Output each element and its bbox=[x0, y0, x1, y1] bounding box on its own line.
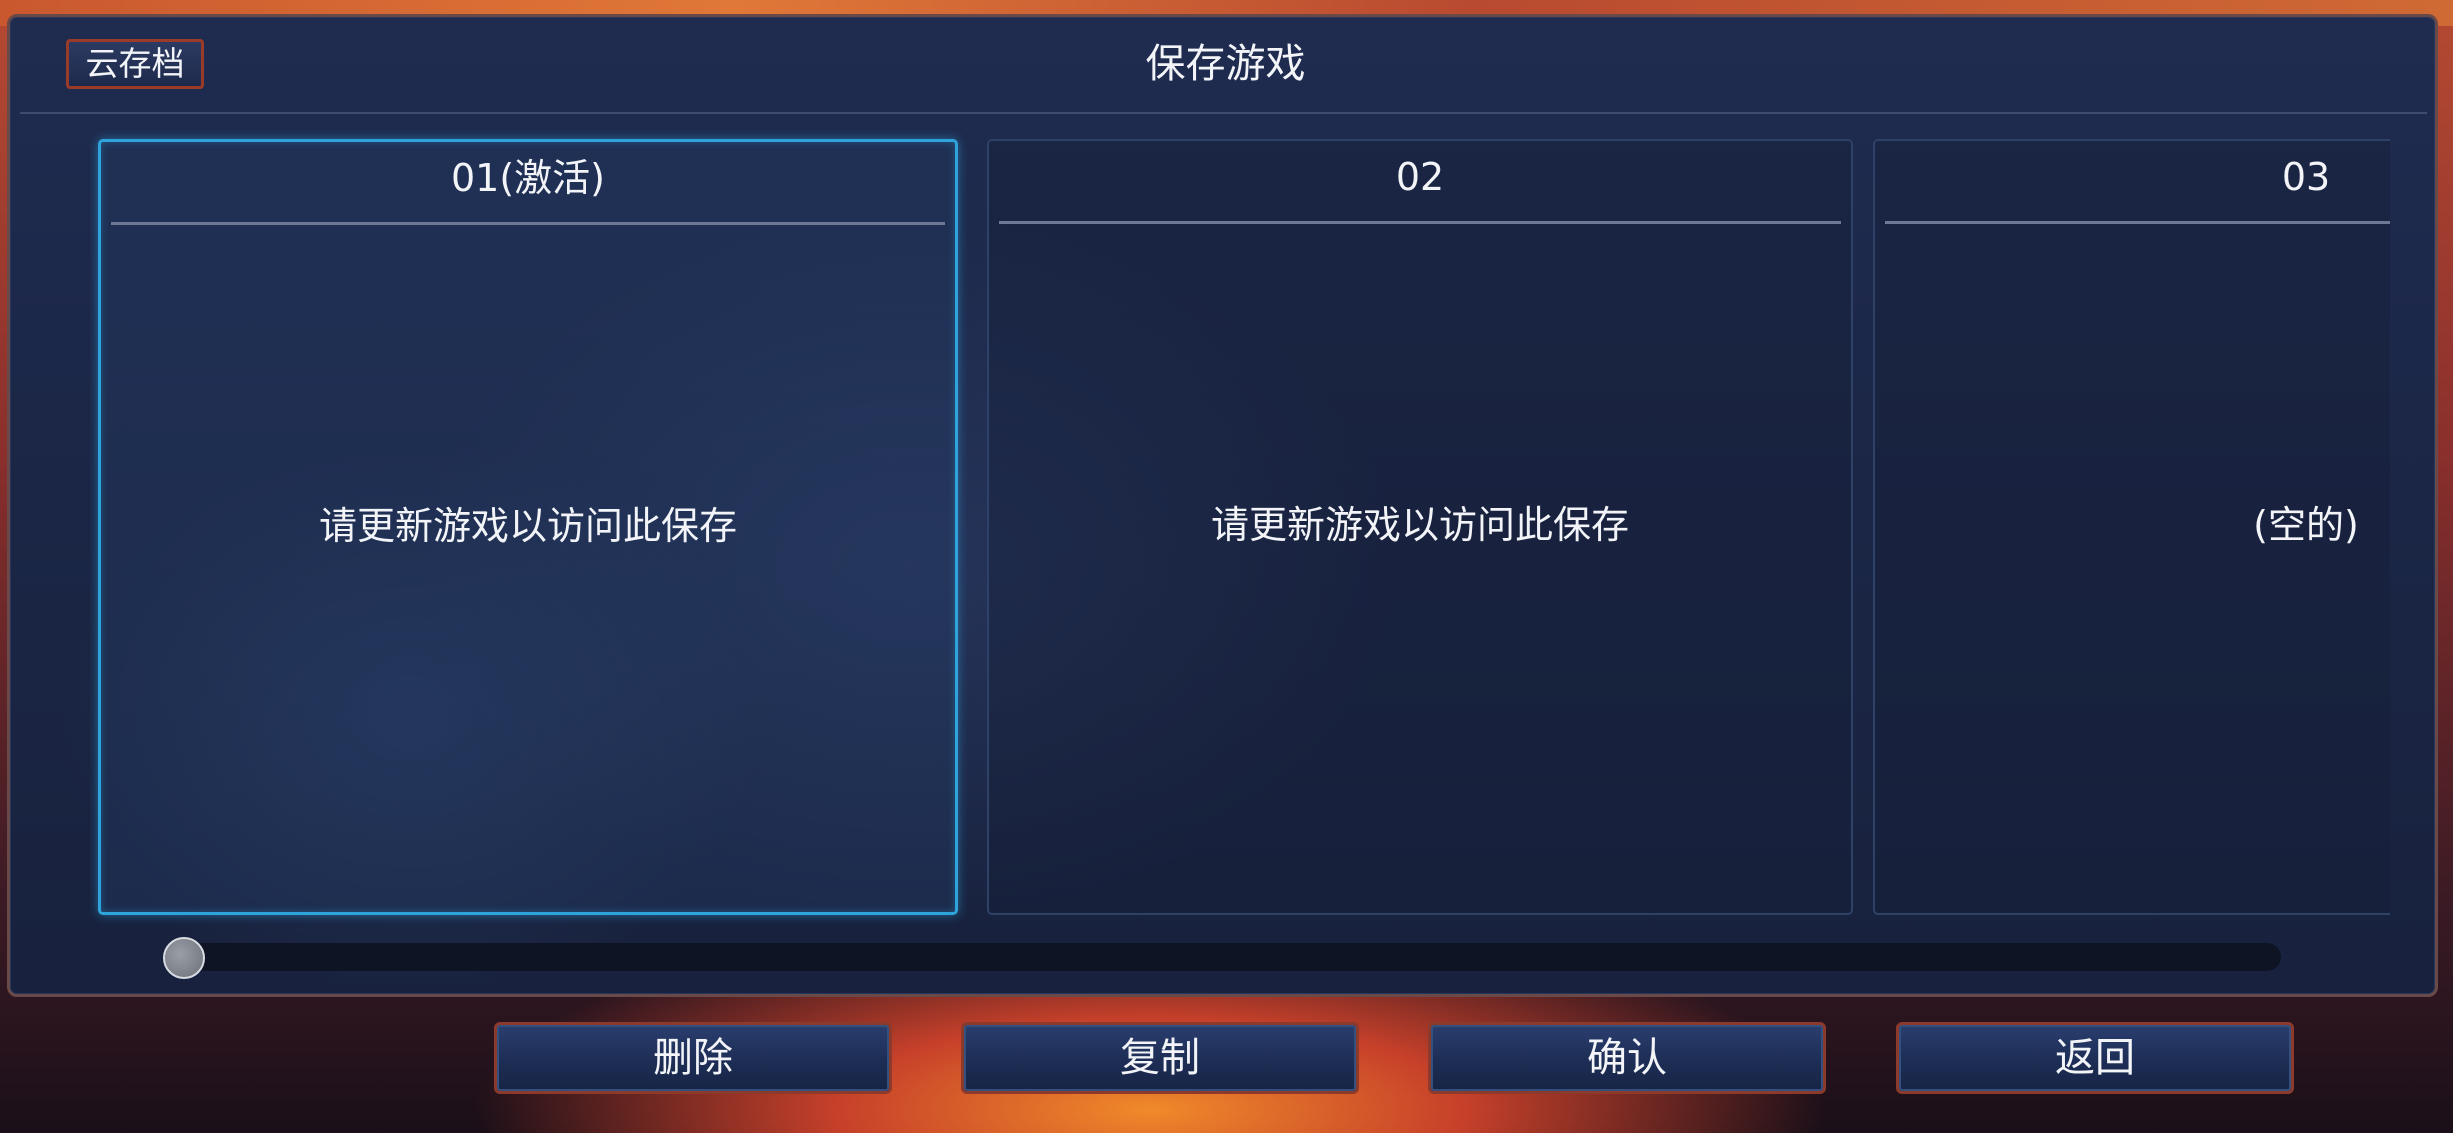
slot-divider bbox=[999, 221, 1841, 224]
slot-divider bbox=[111, 222, 945, 225]
slot-message: 请更新游戏以访问此保存 bbox=[1210, 503, 1629, 547]
slot-divider bbox=[1885, 221, 2390, 224]
slot-message: (空的) bbox=[2253, 503, 2359, 547]
save-slot-03[interactable]: 03 (空的) bbox=[1873, 139, 2390, 915]
back-button[interactable]: 返回 bbox=[1896, 1022, 2294, 1094]
page-title: 保存游戏 bbox=[1145, 41, 1306, 87]
save-slot-carousel: 01(激活) 请更新游戏以访问此保存 02 请更新游戏以访问此保存 03 (空的… bbox=[90, 127, 2390, 927]
slot-title: 01(激活) bbox=[450, 156, 605, 200]
scrollbar-thumb[interactable] bbox=[163, 937, 205, 979]
confirm-button[interactable]: 确认 bbox=[1428, 1022, 1826, 1094]
save-slot-02[interactable]: 02 请更新游戏以访问此保存 bbox=[987, 139, 1853, 915]
save-game-panel: 云存档 保存游戏 01(激活) 请更新游戏以访问此保存 02 请更新游戏以访问此… bbox=[7, 14, 2438, 997]
slot-title: 02 bbox=[1395, 155, 1445, 199]
header-divider bbox=[20, 112, 2427, 114]
copy-button[interactable]: 复制 bbox=[961, 1022, 1359, 1094]
slot-message: 请更新游戏以访问此保存 bbox=[318, 504, 737, 548]
delete-button[interactable]: 删除 bbox=[494, 1022, 892, 1094]
slot-scrollbar[interactable] bbox=[170, 943, 2281, 971]
slot-title: 03 bbox=[2281, 155, 2331, 199]
save-slot-01[interactable]: 01(激活) 请更新游戏以访问此保存 bbox=[98, 139, 958, 915]
